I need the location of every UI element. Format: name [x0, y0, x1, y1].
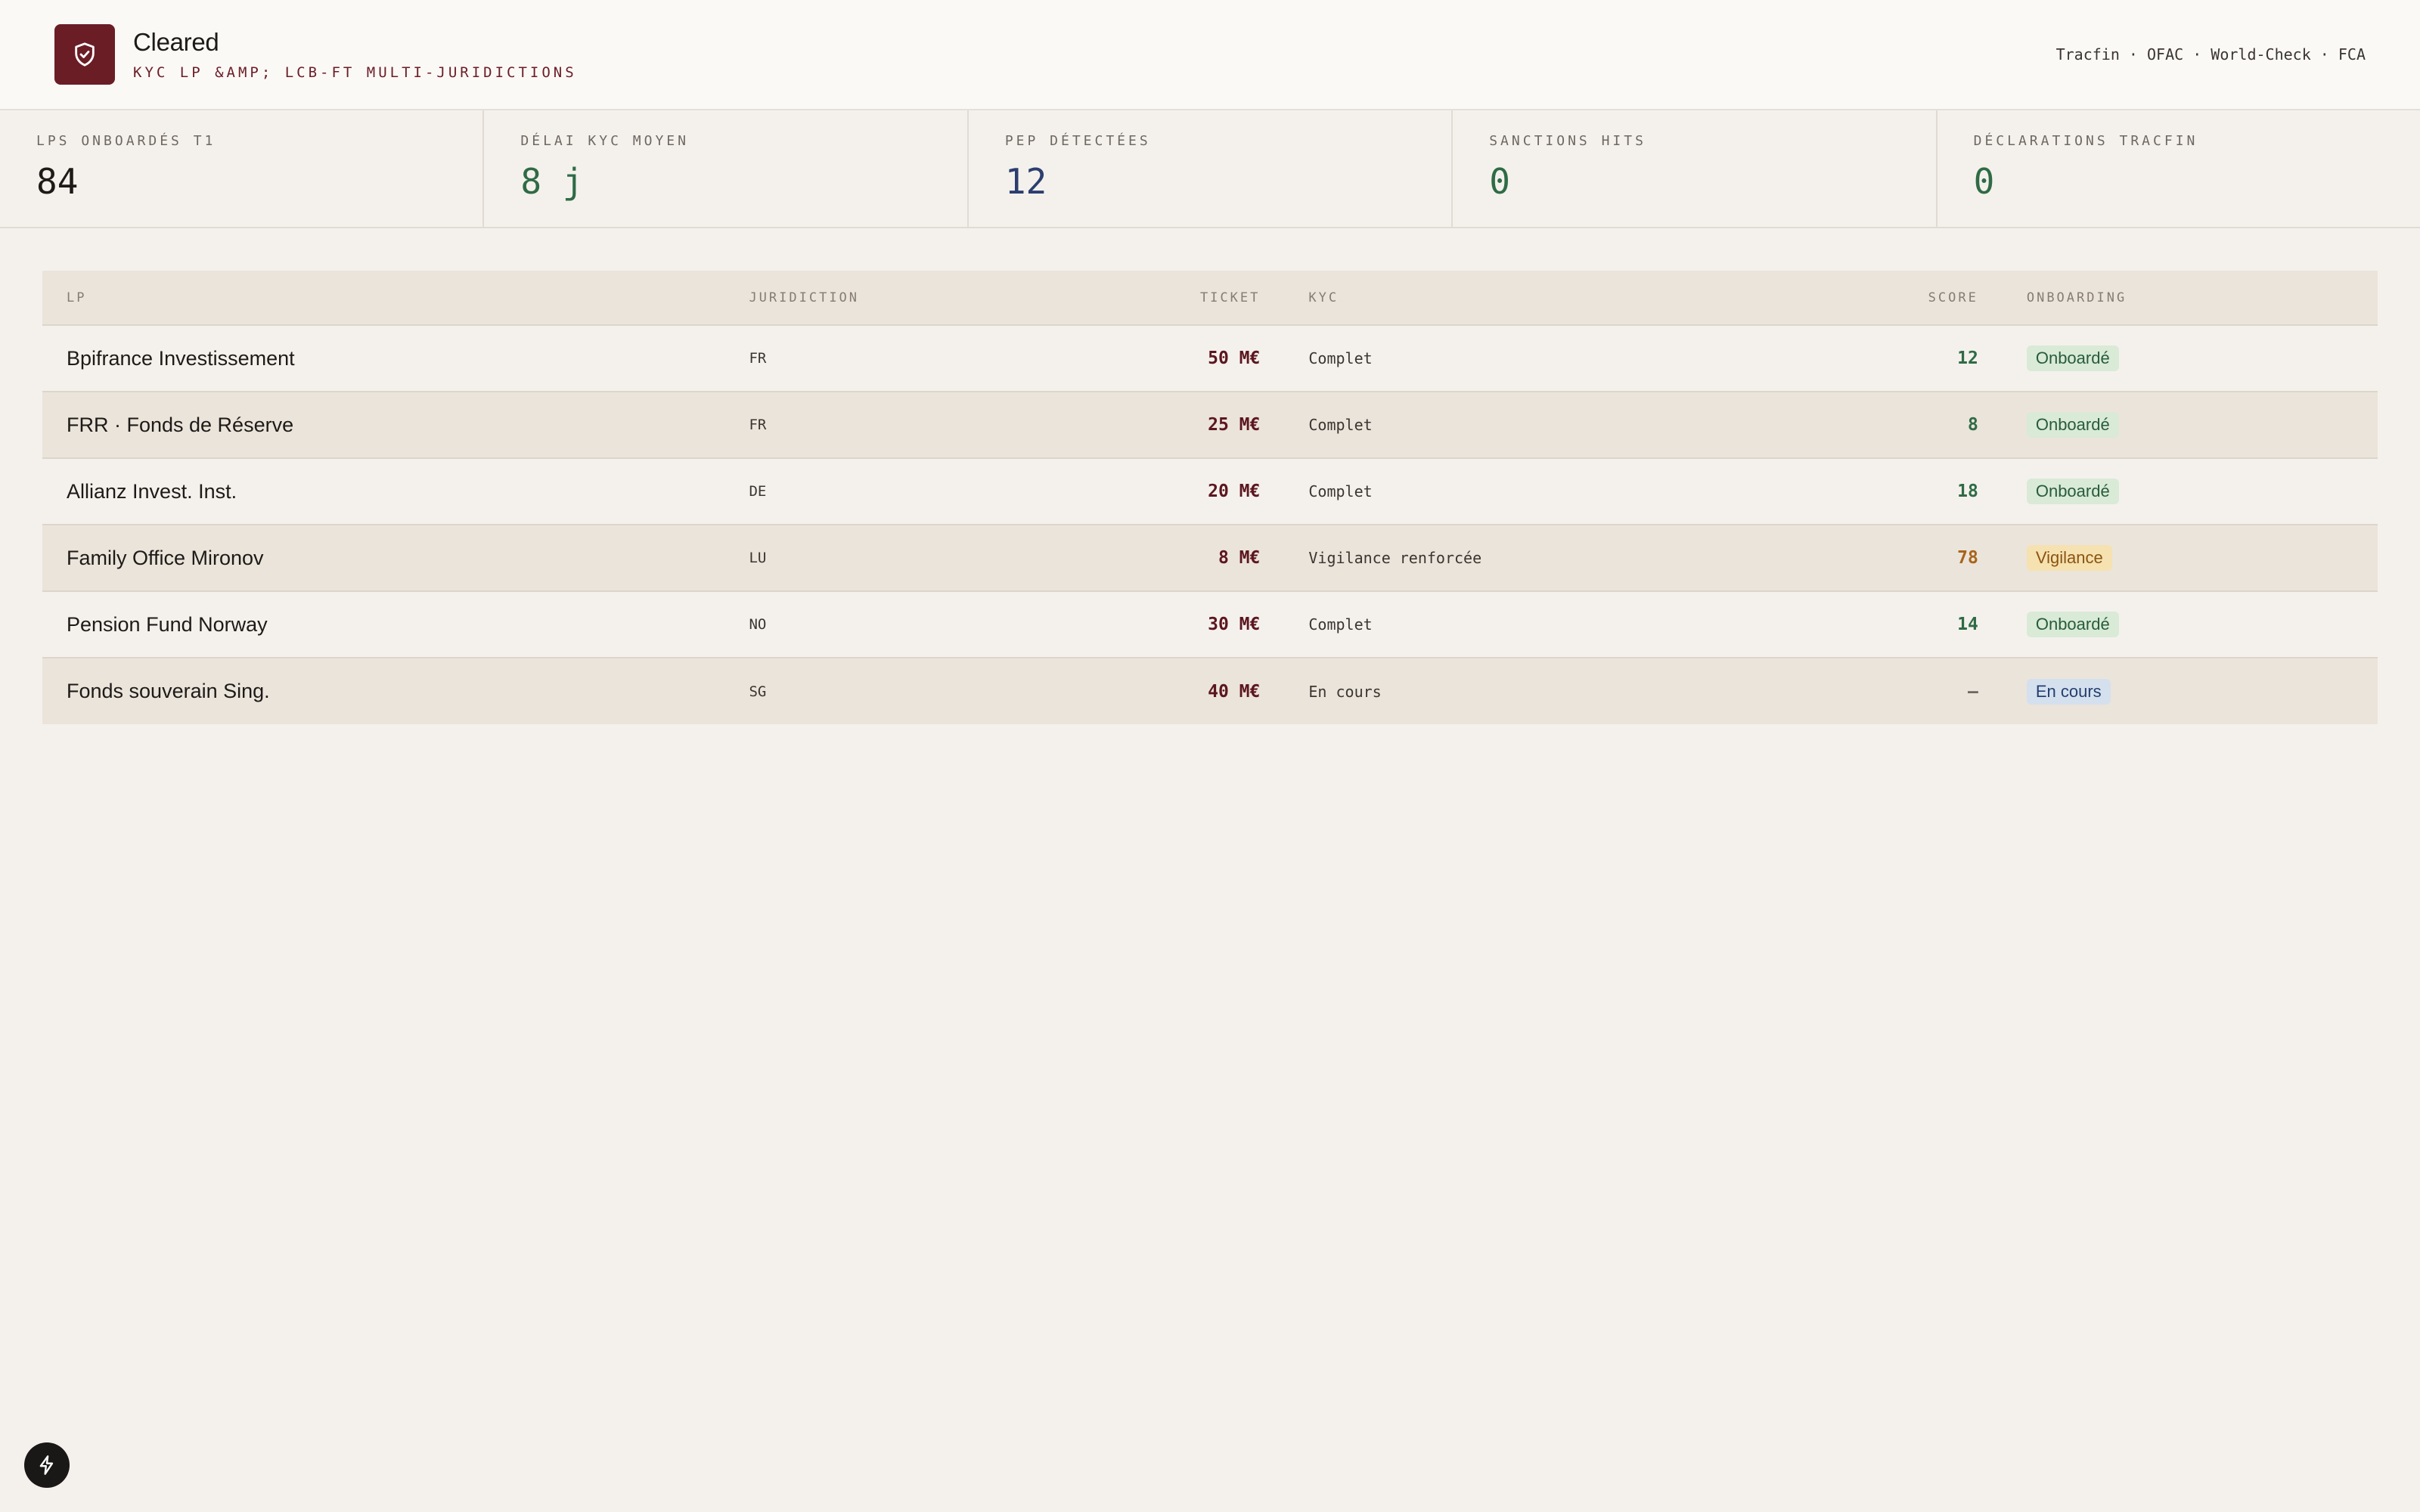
- app-title: Cleared: [133, 28, 219, 56]
- kpi-strip: LPS ONBOARDÉS T1 84 DÉLAI KYC MOYEN 8 j …: [0, 110, 2420, 228]
- kpi-kyc-delay: DÉLAI KYC MOYEN 8 j: [484, 110, 969, 227]
- column-header-ticket[interactable]: TICKET: [1022, 271, 1285, 326]
- jurisdiction-cell: FR: [724, 325, 1022, 392]
- score-cell: 8: [1866, 392, 2003, 459]
- ticket-cell: 40 M€: [1208, 681, 1261, 702]
- jurisdiction-cell: NO: [724, 591, 1022, 658]
- score-cell: 18: [1866, 458, 2003, 525]
- score-cell: 12: [1866, 325, 2003, 392]
- app-header: Cleared KYC LP &AMP; LCB-FT MULTI-JURIDI…: [0, 0, 2420, 110]
- kyc-cell: Complet: [1284, 591, 1867, 658]
- jurisdiction-cell: FR: [724, 392, 1022, 459]
- status-badge: En cours: [2026, 678, 2111, 705]
- kpi-label: DÉLAI KYC MOYEN: [520, 133, 689, 149]
- kpi-pep-detected: PEP DÉTECTÉES 12: [969, 110, 1454, 227]
- kpi-lps-onboarded: LPS ONBOARDÉS T1 84: [0, 110, 485, 227]
- shield-check-icon: [54, 24, 115, 85]
- lp-name: Family Office Mironov: [42, 525, 725, 592]
- ticket-cell: 20 M€: [1022, 458, 1285, 525]
- table-row[interactable]: Allianz Invest. Inst. DE 20 M€ Complet 1…: [42, 458, 2378, 525]
- table-row[interactable]: Pension Fund Norway NO 30 M€ Complet 14 …: [42, 591, 2378, 658]
- kyc-cell: Complet: [1284, 392, 1867, 459]
- brand[interactable]: Cleared KYC LP &AMP; LCB-FT MULTI-JURIDI…: [54, 24, 577, 85]
- status-badge: Onboardé: [2026, 412, 2119, 438]
- kyc-cell: Vigilance renforcée: [1284, 525, 1867, 592]
- ticket-cell: 25 M€: [1022, 392, 1285, 459]
- kpi-label: PEP DÉTECTÉES: [1004, 133, 1151, 149]
- table-row[interactable]: FRR · Fonds de Réserve FR 25 M€ Complet …: [42, 392, 2378, 459]
- kyc-cell: Complet: [1284, 325, 1867, 392]
- onboarding-cell: Onboardé: [2002, 458, 2378, 525]
- bolt-icon[interactable]: [24, 1442, 70, 1488]
- onboarding-cell: Onboardé: [2002, 392, 2378, 459]
- kpi-value: 12: [1004, 161, 1047, 202]
- table-header-row: LP JURIDICTION TICKET KYC SCORE ONBOARDI…: [42, 271, 2378, 326]
- status-badge: Onboardé: [2026, 612, 2119, 637]
- lp-name: Fonds souverain Sing.: [67, 680, 270, 702]
- data-sources: Tracfin · OFAC · World-Check · FCA: [2055, 45, 2366, 64]
- ticket-cell: 8 M€: [1022, 525, 1285, 592]
- lp-name: Bpifrance Investissement: [42, 325, 725, 392]
- kpi-label: LPS ONBOARDÉS T1: [36, 133, 216, 149]
- column-header-jurisdiction[interactable]: JURIDICTION: [724, 271, 1022, 326]
- lp-table-container: LP JURIDICTION TICKET KYC SCORE ONBOARDI…: [0, 228, 2420, 724]
- ticket-cell: 30 M€: [1022, 591, 1285, 658]
- kpi-value: 0: [1489, 161, 1510, 202]
- onboarding-cell: Onboardé: [2002, 591, 2378, 658]
- status-badge: Vigilance: [2026, 545, 2112, 571]
- table-row[interactable]: Bpifrance Investissement FR 50 M€ Comple…: [42, 325, 2378, 392]
- kyc-cell: En cours: [1308, 682, 1382, 701]
- table-row[interactable]: Family Office Mironov LU 8 M€ Vigilance …: [42, 525, 2378, 592]
- column-header-score[interactable]: SCORE: [1866, 271, 2003, 326]
- status-badge: Onboardé: [2026, 345, 2119, 371]
- column-header-lp[interactable]: LP: [42, 271, 725, 326]
- score-cell: 14: [1866, 591, 2003, 658]
- app-subtitle: KYC LP &AMP; LCB-FT MULTI-JURIDICTIONS: [133, 64, 577, 81]
- lp-table: LP JURIDICTION TICKET KYC SCORE ONBOARDI…: [42, 271, 2378, 724]
- jurisdiction-cell: DE: [724, 458, 1022, 525]
- jurisdiction-cell: LU: [724, 525, 1022, 592]
- kpi-label: DÉCLARATIONS TRACFIN: [1973, 133, 2198, 149]
- kpi-value: 84: [36, 161, 79, 202]
- score-cell: 78: [1866, 525, 2003, 592]
- onboarding-cell: Vigilance: [2002, 525, 2378, 592]
- kpi-value: 8 j: [520, 161, 584, 202]
- column-header-onboarding[interactable]: ONBOARDING: [2002, 271, 2378, 326]
- kpi-value: 0: [1973, 161, 1995, 202]
- lp-name: FRR · Fonds de Réserve: [42, 392, 725, 459]
- kyc-cell: Complet: [1284, 458, 1867, 525]
- onboarding-cell: Onboardé: [2002, 325, 2378, 392]
- table-row[interactable]: Fonds souverain Sing. SG 40 M€ En cours …: [42, 658, 2378, 724]
- kpi-sanctions-hits: SANCTIONS HITS 0: [1453, 110, 1938, 227]
- ticket-cell: 50 M€: [1022, 325, 1285, 392]
- score-cell: —: [1967, 681, 1978, 702]
- onboarding-cell: En cours: [2003, 658, 2378, 724]
- lp-name: Allianz Invest. Inst.: [42, 458, 725, 525]
- lp-name: Pension Fund Norway: [42, 591, 725, 658]
- kpi-tracfin-declarations: DÉCLARATIONS TRACFIN 0: [1938, 110, 2420, 227]
- jurisdiction-cell: SG: [749, 683, 767, 700]
- column-header-kyc[interactable]: KYC: [1284, 271, 1867, 326]
- kpi-label: SANCTIONS HITS: [1489, 133, 1646, 149]
- status-badge: Onboardé: [2026, 479, 2119, 504]
